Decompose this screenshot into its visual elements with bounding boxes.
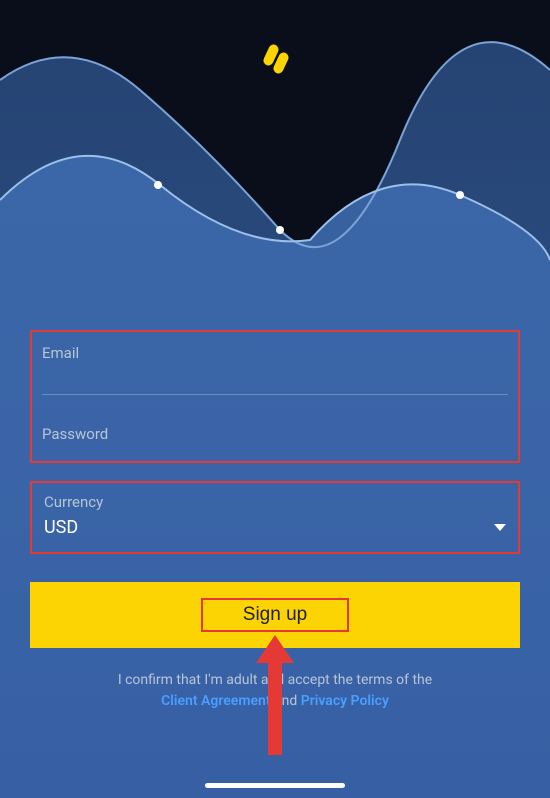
- currency-label: Currency: [44, 493, 506, 511]
- email-input[interactable]: [42, 368, 508, 395]
- annotation-arrow-icon: [252, 635, 298, 759]
- credentials-group: Email Password: [30, 330, 520, 463]
- signup-button-label: Sign up: [201, 598, 349, 632]
- email-label: Email: [42, 344, 508, 362]
- app-logo-icon: [253, 38, 297, 86]
- home-indicator: [205, 783, 345, 788]
- currency-select[interactable]: Currency USD: [30, 481, 520, 554]
- password-field-wrapper: Password: [42, 425, 508, 443]
- password-label: Password: [42, 425, 508, 443]
- email-field-wrapper: Email: [42, 344, 508, 395]
- chevron-down-icon: [494, 524, 506, 531]
- privacy-policy-link[interactable]: Privacy Policy: [301, 693, 389, 709]
- currency-value-row: USD: [44, 517, 506, 538]
- currency-value: USD: [44, 517, 78, 538]
